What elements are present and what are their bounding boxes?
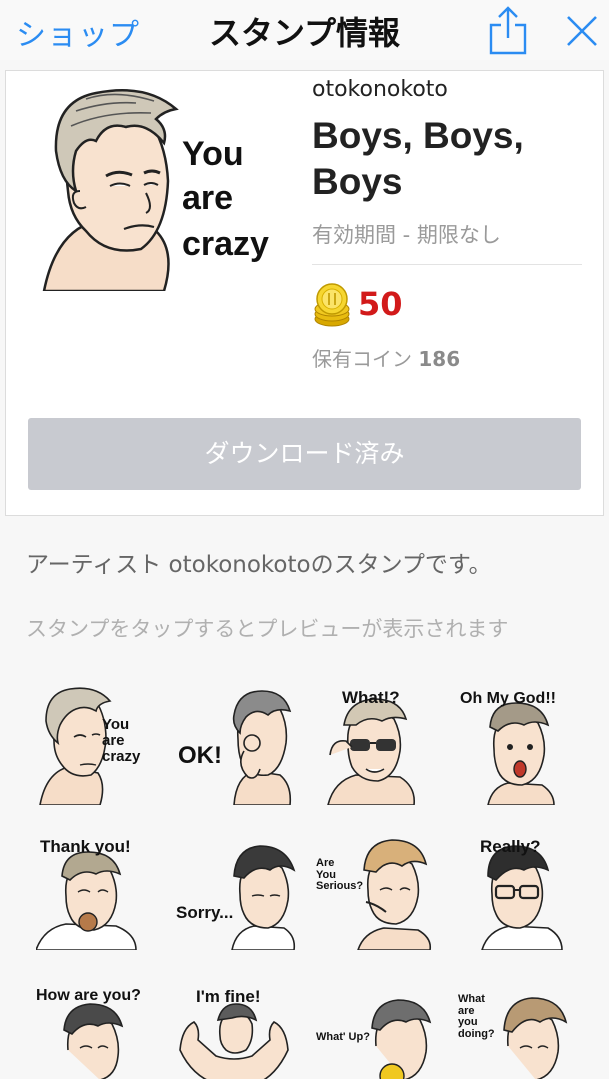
sticker-grid: You are crazy OK! What!? Oh My God!! Tha… xyxy=(0,675,609,1079)
validity-period: 有効期間 - 期限なし xyxy=(312,223,501,247)
owned-coins: 保有コイン 186 xyxy=(312,343,460,372)
sticker-label: OK! xyxy=(178,742,222,769)
sticker-label: What' Up? xyxy=(316,1031,370,1043)
divider xyxy=(312,264,582,265)
close-icon[interactable] xyxy=(565,14,599,48)
sticker-pack-card: You are crazy otokonokoto Boys, Boys, Bo… xyxy=(5,70,604,516)
download-button[interactable]: ダウンロード済み xyxy=(28,418,581,490)
pack-description: アーティスト otokonokotoのスタンプです。 xyxy=(26,552,492,578)
owned-coins-count: 186 xyxy=(418,347,461,371)
sticker-label: Oh My God!! xyxy=(460,690,556,707)
author-name[interactable]: otokonokoto xyxy=(312,77,448,102)
main-sticker-image[interactable]: You are crazy xyxy=(36,81,296,293)
price-value: 50 xyxy=(358,285,403,323)
main-sticker-text-crazy: crazy xyxy=(182,225,269,263)
sticker-how-are-you[interactable]: How are you? xyxy=(36,980,166,1079)
main-sticker-text-you: You xyxy=(182,135,244,173)
sticker-whats-up[interactable]: What' Up? xyxy=(316,980,446,1079)
sticker-sorry[interactable]: Sorry... xyxy=(176,830,306,950)
sticker-what-are-you-doing[interactable]: What are you doing? xyxy=(456,980,586,1079)
sticker-label: Thank you! xyxy=(40,837,131,856)
share-icon[interactable] xyxy=(485,4,531,56)
sticker-ok[interactable]: OK! xyxy=(176,685,306,805)
sticker-label: What!? xyxy=(342,688,400,707)
pack-title: Boys, Boys, Boys xyxy=(312,115,524,202)
owned-coins-label: 保有コイン xyxy=(312,347,412,371)
sticker-im-fine[interactable]: I'm fine! xyxy=(176,980,306,1079)
sticker-illustration xyxy=(371,999,432,1079)
main-sticker-text-are: are xyxy=(182,179,233,217)
sticker-label: I'm fine! xyxy=(196,987,261,1006)
sticker-label: What are you doing? xyxy=(458,993,495,1040)
sticker-label: How are you? xyxy=(36,987,141,1004)
sticker-really[interactable]: Really? xyxy=(458,830,588,950)
boy-face-illustration: You are crazy xyxy=(42,88,269,293)
coin-stack-icon xyxy=(314,283,350,327)
sticker-label: Are You Serious? xyxy=(316,857,364,893)
sticker-illustration xyxy=(39,687,112,805)
preview-hint: スタンプをタップするとプレビューが表示されます xyxy=(26,617,509,641)
sticker-label: You are crazy xyxy=(102,716,141,765)
navigation-bar: ショップ スタンプ情報 xyxy=(0,0,609,60)
sticker-thank-you[interactable]: Thank you! xyxy=(36,830,166,950)
sticker-you-are-crazy[interactable]: You are crazy xyxy=(36,685,166,805)
sticker-label: Sorry... xyxy=(176,903,234,922)
sticker-label: Really? xyxy=(480,837,541,856)
sticker-are-you-serious[interactable]: Are You Serious? xyxy=(314,830,444,950)
sticker-illustration xyxy=(231,845,296,950)
sticker-what[interactable]: What!? xyxy=(322,685,452,805)
sticker-oh-my-god[interactable]: Oh My God!! xyxy=(458,685,588,805)
